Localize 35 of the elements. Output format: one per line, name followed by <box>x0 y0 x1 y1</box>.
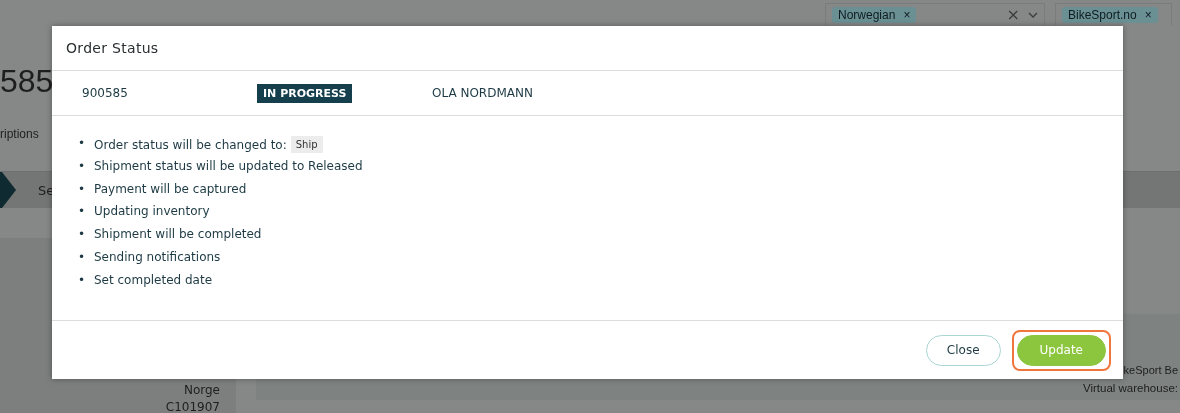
tag-label: Norwegian <box>838 7 896 22</box>
bullet: • <box>78 158 86 173</box>
customer-id: C101907 <box>165 400 220 413</box>
language-select[interactable]: Norwegian × × <box>825 3 1045 25</box>
remove-tag-button[interactable]: × <box>1144 7 1152 22</box>
status-tag: Ship <box>290 136 323 153</box>
bullet: • <box>78 227 86 242</box>
clear-button[interactable]: × <box>1006 5 1020 24</box>
change-item: Order status will be changed to: <box>94 137 287 152</box>
remove-tag-button[interactable]: × <box>903 7 911 22</box>
chevron-down-icon[interactable] <box>1028 10 1038 19</box>
close-button[interactable]: Close <box>925 334 1001 366</box>
bullet: • <box>78 181 86 196</box>
change-item: Shipment will be completed <box>94 227 262 242</box>
store-name: keSport Be <box>1123 364 1178 376</box>
bullet: • <box>78 250 86 264</box>
change-item: Shipment status will be updated to Released <box>94 158 363 173</box>
customer-name: OLA NORDMANN <box>432 86 534 100</box>
bullet: • <box>78 272 86 287</box>
order-number: 900585 <box>82 86 129 100</box>
step-arrow-icon <box>0 172 16 208</box>
tab-label[interactable]: riptions <box>0 127 39 167</box>
address-country: Norge <box>183 383 220 397</box>
dialog-title: Order Status <box>66 40 159 56</box>
status-badge: IN PROGRESS <box>257 83 353 103</box>
warehouse-label: Virtual warehouse: <box>1082 382 1178 394</box>
change-item: Updating inventory <box>94 204 210 219</box>
bullet: • <box>78 204 86 219</box>
tag-label: BikeSport.no <box>1068 7 1137 22</box>
change-item: Set completed date <box>94 272 213 287</box>
change-item: Sending notifications <box>94 250 221 264</box>
store-select[interactable]: BikeSport.no × <box>1055 3 1172 25</box>
bullet: • <box>78 136 86 150</box>
change-item: Payment will be captured <box>94 181 247 196</box>
order-number: 585 <box>0 63 54 101</box>
